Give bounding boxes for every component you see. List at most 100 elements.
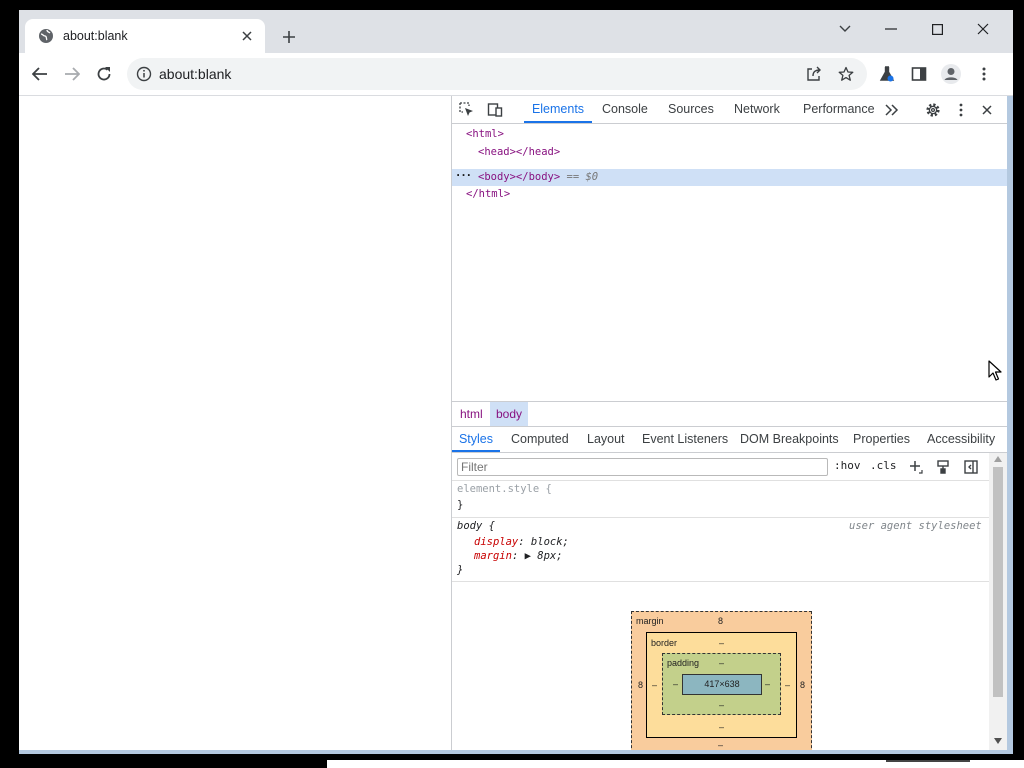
css-property-display[interactable]: display: block;	[474, 536, 569, 548]
tab-computed[interactable]: Computed	[511, 426, 569, 452]
close-devtools-icon[interactable]	[976, 99, 998, 121]
globe-icon	[38, 28, 54, 44]
page-viewport[interactable]	[19, 96, 451, 750]
scroll-down-arrow-icon[interactable]	[994, 738, 1002, 744]
device-toolbar-icon[interactable]	[484, 99, 506, 121]
padding-bottom-value[interactable]: –	[719, 700, 724, 710]
dom-node-html[interactable]: <html>	[466, 126, 504, 143]
css-property-value: 8px;	[537, 550, 563, 562]
back-icon[interactable]	[25, 59, 55, 89]
hov-toggle-button[interactable]: :hov	[834, 459, 861, 472]
mouse-cursor-icon	[988, 360, 1002, 381]
tab-accessibility[interactable]: Accessibility	[927, 426, 995, 452]
element-style-close: }	[457, 499, 464, 511]
css-property-margin[interactable]: margin: ▶ 8px;	[474, 550, 563, 562]
box-model-content[interactable]: 417×638	[682, 674, 762, 695]
padding-right-value[interactable]: –	[765, 679, 770, 689]
border-top-value[interactable]: –	[719, 638, 724, 648]
rule-source-label: user agent stylesheet	[849, 520, 982, 532]
tab-performance[interactable]: Performance	[803, 96, 875, 123]
dom-tree: ··· <html> <head></head> <body></body> =…	[452, 124, 1007, 400]
profile-avatar-icon[interactable]	[936, 59, 966, 89]
toggle-sidebar-icon[interactable]	[960, 456, 982, 478]
rule-divider	[452, 517, 989, 518]
devtools-tabbar: Elements Console Sources Network Perform…	[452, 96, 1007, 124]
taskbar-indicator	[886, 760, 970, 762]
sidebar-tabs: Styles Computed Layout Event Listeners D…	[452, 426, 1007, 453]
tab-console[interactable]: Console	[602, 96, 648, 123]
breadcrumb-html[interactable]: html	[454, 402, 489, 426]
box-model-padding[interactable]: padding – – – – 417×638	[662, 653, 781, 715]
css-property-value: block;	[530, 536, 569, 548]
node-actions-ellipsis[interactable]: ···	[455, 169, 472, 186]
dom-node-html-close[interactable]: </html>	[466, 186, 510, 203]
body-rule-selector[interactable]: body {	[457, 520, 495, 532]
dom-node-head[interactable]: <head></head>	[478, 144, 560, 161]
dom-node-body-ref: == $0	[566, 171, 599, 183]
css-property-name: margin	[474, 550, 512, 562]
padding-label: padding	[667, 658, 700, 668]
address-text[interactable]: about:blank	[159, 66, 231, 82]
bookmark-star-icon[interactable]	[836, 64, 856, 84]
title-bar: about:blank	[19, 10, 1013, 53]
border-left-value[interactable]: –	[652, 680, 657, 690]
box-model-margin[interactable]: margin 8 8 8 – border – – – – padding –	[631, 611, 812, 750]
browser-menu-icon[interactable]	[969, 59, 999, 89]
browser-tab[interactable]: about:blank	[25, 19, 265, 53]
more-tabs-chevron-icon[interactable]	[881, 99, 903, 121]
tab-network[interactable]: Network	[734, 96, 780, 123]
tab-event-listeners[interactable]: Event Listeners	[642, 426, 728, 452]
breadcrumb: html body	[452, 401, 1007, 427]
padding-top-value[interactable]: –	[719, 658, 724, 668]
tab-search-icon[interactable]	[822, 14, 868, 44]
border-label: border	[651, 638, 678, 648]
paint-roller-icon[interactable]	[932, 456, 954, 478]
forward-icon[interactable]	[57, 59, 87, 89]
address-bar[interactable]: about:blank	[127, 58, 867, 90]
tab-sources[interactable]: Sources	[668, 96, 714, 123]
minimize-icon[interactable]	[868, 14, 914, 44]
new-tab-button[interactable]	[277, 25, 301, 49]
dom-node-body[interactable]: <body></body> == $0	[478, 169, 598, 186]
tab-properties[interactable]: Properties	[853, 426, 910, 452]
share-icon[interactable]	[804, 64, 824, 84]
new-style-rule-plus-icon[interactable]	[905, 456, 927, 478]
labs-flask-icon[interactable]	[872, 59, 902, 89]
dom-node-body-tag: <body></body>	[478, 171, 561, 183]
close-icon[interactable]	[960, 14, 1006, 44]
border-right-value[interactable]: –	[785, 680, 790, 690]
rule-divider	[452, 581, 989, 582]
styles-pane: :hov .cls element.style { } body { user …	[452, 453, 989, 750]
inspect-element-icon[interactable]	[456, 99, 478, 121]
element-style-selector[interactable]: element.style {	[457, 483, 552, 495]
cls-toggle-button[interactable]: .cls	[870, 459, 897, 472]
tab-styles[interactable]: Styles	[452, 426, 500, 452]
tab-close-icon[interactable]	[235, 24, 259, 48]
expand-triangle-icon[interactable]: ▶	[525, 550, 531, 562]
margin-top-value[interactable]: 8	[718, 616, 723, 626]
maximize-icon[interactable]	[914, 14, 960, 44]
margin-left-value[interactable]: 8	[638, 680, 643, 690]
margin-right-value[interactable]: 8	[800, 680, 805, 690]
info-icon[interactable]	[136, 66, 152, 82]
css-property-name: display	[474, 536, 519, 548]
rule-divider	[452, 480, 989, 481]
scrollbar-thumb[interactable]	[993, 467, 1003, 697]
side-panel-icon[interactable]	[904, 59, 934, 89]
scroll-up-arrow-icon[interactable]	[994, 456, 1002, 462]
tab-elements[interactable]: Elements	[524, 96, 592, 123]
padding-left-value[interactable]: –	[673, 679, 678, 689]
margin-label: margin	[636, 616, 664, 626]
tab-dom-breakpoints[interactable]: DOM Breakpoints	[740, 426, 839, 452]
breadcrumb-body[interactable]: body	[490, 402, 529, 426]
styles-filter-input[interactable]	[457, 458, 828, 476]
reload-icon[interactable]	[89, 59, 119, 89]
settings-gear-icon[interactable]	[922, 99, 944, 121]
styles-scrollbar[interactable]	[989, 453, 1007, 750]
margin-bottom-value[interactable]: –	[718, 740, 723, 750]
tab-layout[interactable]: Layout	[587, 426, 625, 452]
box-model-border[interactable]: border – – – – padding – – – – 417×638	[646, 632, 797, 738]
devtools-menu-icon[interactable]	[950, 99, 972, 121]
tab-title: about:blank	[63, 29, 128, 43]
border-bottom-value[interactable]: –	[719, 722, 724, 732]
